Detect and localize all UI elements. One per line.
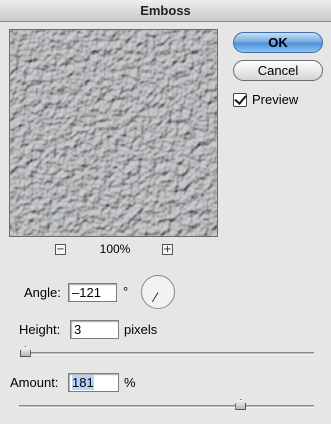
amount-unit: % [124, 375, 136, 390]
angle-dial[interactable] [141, 275, 175, 309]
window-title: Emboss [0, 0, 331, 22]
angle-dial-needle [151, 292, 159, 303]
height-label: Height: [19, 322, 61, 337]
cancel-button[interactable]: Cancel [233, 60, 323, 81]
amount-value: 181 [72, 375, 94, 390]
zoom-in-button[interactable]: + [162, 244, 173, 255]
amount-label: Amount: [10, 375, 59, 390]
angle-field[interactable]: –121 [68, 283, 117, 302]
emboss-texture [10, 30, 217, 236]
amount-slider-thumb[interactable] [235, 399, 247, 410]
zoom-bar: − 100% + [55, 242, 175, 258]
height-field[interactable]: 3 [70, 320, 119, 339]
angle-unit: ° [123, 284, 129, 299]
ok-button[interactable]: OK [233, 32, 323, 53]
preview-pane[interactable] [9, 29, 218, 237]
amount-field[interactable]: 181 [68, 373, 119, 392]
height-unit: pixels [124, 322, 158, 337]
height-slider-thumb[interactable] [19, 346, 31, 357]
preview-label: Preview [252, 92, 299, 107]
angle-label: Angle: [24, 285, 61, 300]
height-slider[interactable] [22, 352, 314, 355]
amount-slider[interactable] [19, 405, 314, 408]
preview-checkbox[interactable] [233, 93, 247, 107]
zoom-level: 100% [99, 242, 131, 256]
